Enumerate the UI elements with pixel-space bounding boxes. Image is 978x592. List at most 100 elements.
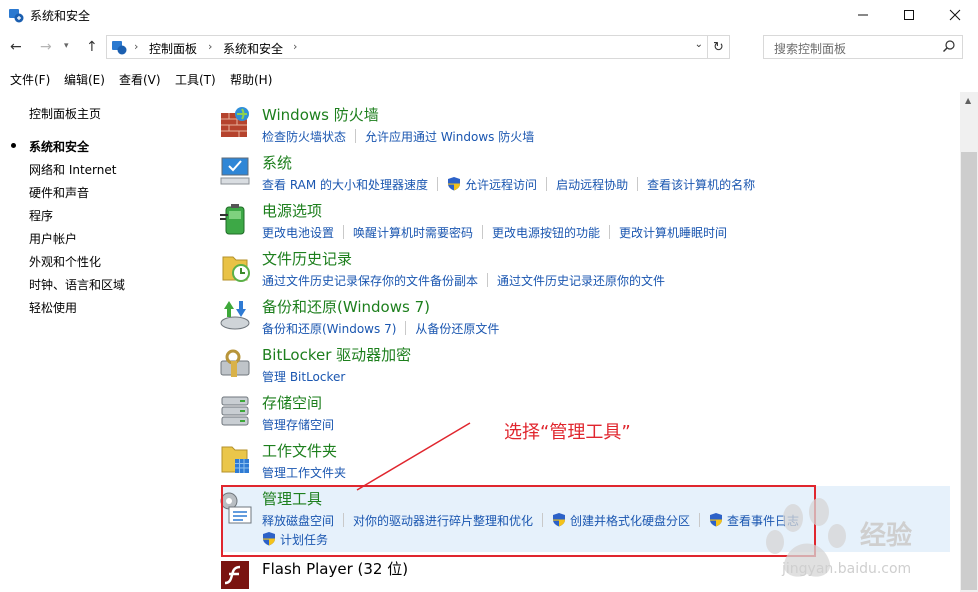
link-launch-remote-assist[interactable]: 启动远程协助 [556,176,628,193]
category-firewall: Windows 防火墙 检查防火墙状态 允许应用通过 Windows 防火墙 [214,104,954,152]
title-bar: 系统和安全 [0,0,978,30]
watermark-url: jingyan.baidu.com [782,561,912,577]
minimize-button[interactable] [840,0,886,30]
annotation-label: 选择“管理工具” [504,422,631,443]
link-save-backup-copies[interactable]: 通过文件历史记录保存你的文件备份副本 [262,272,478,289]
category-file-history: 文件历史记录 通过文件历史记录保存你的文件备份副本 通过文件历史记录还原你的文件 [214,248,954,296]
nav-control-panel-home[interactable]: 控制面板主页 [29,105,101,122]
menu-view[interactable]: 查看(V) [119,71,161,88]
divider [637,177,639,191]
left-nav-pane: 控制面板主页 系统和安全 网络和 Internet 硬件和声音 程序 用户帐户 … [0,92,210,592]
file-history-icon [222,256,250,282]
nav-clock-language-region[interactable]: 时钟、语言和区域 [29,276,125,293]
nav-hardware-sound[interactable]: 硬件和声音 [29,184,89,201]
navigation-bar: ← → ▾ ↑ › 控制面板 › 系统和安全 › ⌄ ↻ 搜索控制面板 [0,30,978,64]
menu-help[interactable]: 帮助(H) [230,71,272,88]
link-view-computer-name[interactable]: 查看该计算机的名称 [647,176,755,193]
nav-programs[interactable]: 程序 [29,207,53,224]
maximize-button[interactable] [886,0,932,30]
close-icon [949,9,961,21]
computer-icon [220,157,250,185]
link-require-password-wake[interactable]: 唤醒计算机时需要密码 [353,224,473,241]
category-title[interactable]: 文件历史记录 [262,248,352,269]
minimize-icon [858,14,868,16]
battery-icon [220,204,245,235]
category-backup-restore: 备份和还原(Windows 7) 备份和还原(Windows 7) 从备份还原文件 [214,296,954,344]
category-power: 电源选项 更改电池设置 唤醒计算机时需要密码 更改电源按钮的功能 更改计算机睡眠时间 [214,200,954,248]
backup-icon [220,301,250,330]
link-allow-remote-access[interactable]: 允许远程访问 [465,176,537,193]
link-manage-bitlocker[interactable]: 管理 BitLocker [262,368,345,385]
category-title[interactable]: Flash Player (32 位) [262,558,408,579]
breadcrumb-system-security[interactable]: 系统和安全 [223,40,283,57]
back-arrow-icon[interactable]: ← [10,39,22,55]
chevron-right-icon[interactable]: › [208,40,212,53]
annotation-box [221,485,816,557]
link-check-firewall[interactable]: 检查防火墙状态 [262,128,346,145]
divider [355,129,357,143]
link-change-sleep-time[interactable]: 更改计算机睡眠时间 [619,224,727,241]
link-manage-storage-spaces[interactable]: 管理存储空间 [262,416,334,433]
firewall-icon [221,107,249,137]
category-title[interactable]: 工作文件夹 [262,440,337,461]
nav-system-security[interactable]: 系统和安全 [29,138,89,155]
forward-arrow-icon[interactable]: → [40,39,52,55]
category-title[interactable]: 系统 [262,152,292,173]
category-title[interactable]: BitLocker 驱动器加密 [262,344,411,365]
search-input[interactable]: 搜索控制面板 [763,35,963,59]
recent-locations-icon[interactable]: ▾ [64,41,69,51]
chevron-down-icon[interactable]: ⌄ [695,39,703,50]
nav-user-accounts[interactable]: 用户帐户 [29,230,77,247]
search-placeholder: 搜索控制面板 [774,42,847,56]
link-manage-work-folders[interactable]: 管理工作文件夹 [262,464,346,481]
scrollbar-thumb[interactable] [961,152,977,590]
category-title[interactable]: 备份和还原(Windows 7) [262,296,430,317]
link-power-button-function[interactable]: 更改电源按钮的功能 [492,224,600,241]
flash-player-icon [221,561,249,589]
link-view-ram-cpu[interactable]: 查看 RAM 的大小和处理器速度 [262,176,428,193]
storage-spaces-icon [221,396,249,426]
category-title[interactable]: Windows 防火墙 [262,104,379,125]
chevron-right-icon[interactable]: › [134,40,138,53]
breadcrumb-control-panel[interactable]: 控制面板 [149,40,197,57]
maximize-icon [904,10,914,20]
menu-file[interactable]: 文件(F) [10,71,50,88]
close-button[interactable] [932,0,978,30]
link-restore-files[interactable]: 通过文件历史记录还原你的文件 [497,272,665,289]
work-folders-icon [221,446,249,473]
link-backup-restore-win7[interactable]: 备份和还原(Windows 7) [262,320,396,337]
link-restore-from-backup[interactable]: 从备份还原文件 [415,320,499,337]
category-work-folders: 工作文件夹 管理工作文件夹 [214,440,954,488]
divider [437,177,439,191]
control-panel-icon [9,9,24,23]
menu-bar: 文件(F) 编辑(E) 查看(V) 工具(T) 帮助(H) [0,66,978,90]
nav-ease-of-access[interactable]: 轻松使用 [29,299,77,316]
divider [482,225,484,239]
watermark-text: 经验 [860,521,913,551]
divider [343,225,345,239]
category-bitlocker: BitLocker 驱动器加密 管理 BitLocker [214,344,954,392]
refresh-button[interactable]: ↻ [707,36,729,58]
divider [546,177,548,191]
active-bullet-icon [11,143,16,148]
search-icon[interactable] [942,39,956,53]
up-arrow-icon[interactable]: ↑ [86,39,98,55]
chevron-right-icon[interactable]: › [293,40,297,53]
category-title[interactable]: 存储空间 [262,392,322,413]
divider [487,273,489,287]
nav-network-internet[interactable]: 网络和 Internet [29,161,116,178]
control-panel-icon [112,41,127,55]
refresh-icon: ↻ [713,39,724,55]
address-bar[interactable]: › 控制面板 › 系统和安全 › ⌄ ↻ [106,35,730,59]
category-title[interactable]: 电源选项 [262,200,322,221]
window-title: 系统和安全 [30,9,91,23]
link-allow-app-firewall[interactable]: 允许应用通过 Windows 防火墙 [365,128,534,145]
scroll-up-icon[interactable]: ▲ [965,96,971,105]
bitlocker-icon [220,349,250,377]
vertical-scrollbar[interactable]: ▲ [960,92,978,592]
category-system: 系统 查看 RAM 的大小和处理器速度 允许远程访问 启动远程协助 查看该计算机的名称 [214,152,954,200]
menu-tools[interactable]: 工具(T) [175,71,216,88]
link-change-battery-settings[interactable]: 更改电池设置 [262,224,334,241]
menu-edit[interactable]: 编辑(E) [64,71,105,88]
nav-appearance[interactable]: 外观和个性化 [29,253,101,270]
